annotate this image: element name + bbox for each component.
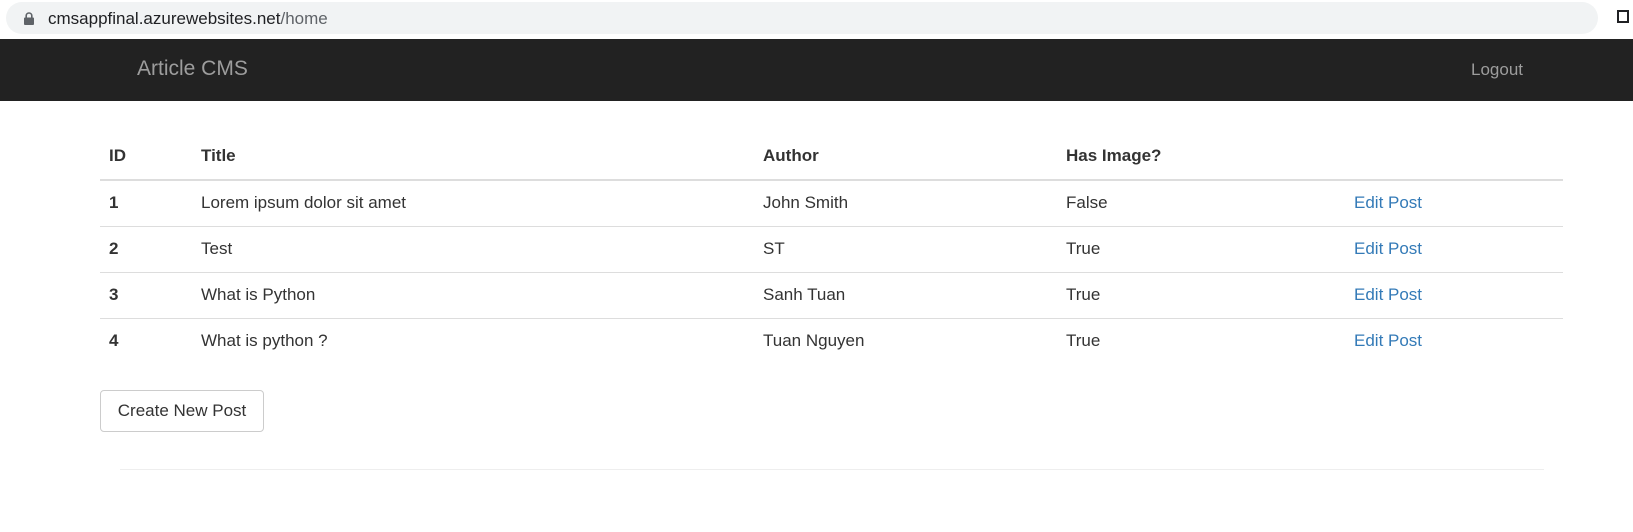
table-header-row: ID Title Author Has Image? (100, 133, 1563, 181)
table-row: 4 What is python ? Tuan Nguyen True Edit… (100, 318, 1563, 364)
cell-action: Edit Post (1345, 272, 1563, 319)
brand-link[interactable]: Article CMS (137, 57, 248, 81)
cell-author: Tuan Nguyen (763, 331, 865, 351)
table-row: 3 What is Python Sanh Tuan True Edit Pos… (100, 272, 1563, 319)
cell-action: Edit Post (1345, 226, 1563, 273)
edit-post-link[interactable]: Edit Post (1354, 331, 1422, 350)
posts-table-container: ID Title Author Has Image? 1 Lorem ipsum… (100, 133, 1563, 364)
logout-link[interactable]: Logout (1471, 60, 1523, 80)
edit-post-link[interactable]: Edit Post (1354, 193, 1422, 212)
posts-table: ID Title Author Has Image? 1 Lorem ipsum… (100, 133, 1563, 364)
extension-icon[interactable] (1617, 10, 1629, 23)
lock-icon[interactable] (23, 12, 35, 25)
url-host: cmsappfinal.azurewebsites.net (48, 9, 281, 28)
cell-has-image: True (1057, 226, 1345, 273)
edit-post-link[interactable]: Edit Post (1354, 239, 1422, 258)
cell-author: ST (754, 226, 1057, 273)
cell-id: 1 (100, 180, 192, 227)
cell-id: 3 (100, 272, 192, 319)
edit-post-link[interactable]: Edit Post (1354, 285, 1422, 304)
cell-title: Lorem ipsum dolor sit amet (192, 180, 754, 227)
cell-has-image: False (1057, 180, 1345, 227)
cell-action: Edit Post (1345, 318, 1563, 364)
table-row: 1 Lorem ipsum dolor sit amet John Smith … (100, 180, 1563, 227)
cell-id: 2 (100, 226, 192, 273)
cell-author: John Smith (754, 180, 1057, 227)
url-text: cmsappfinal.azurewebsites.net/home (48, 9, 328, 28)
header-has-image: Has Image? (1057, 133, 1345, 181)
cell-action: Edit Post (1345, 180, 1563, 227)
cell-title: What is Python (192, 272, 754, 319)
footer-divider (120, 469, 1544, 470)
header-author: Author (754, 133, 1057, 181)
url-path: /home (280, 9, 328, 28)
cell-has-image: True (1066, 331, 1101, 351)
cell-title: What is python ? (201, 331, 328, 351)
navbar: Article CMS Logout (0, 39, 1633, 101)
cell-author: Sanh Tuan (754, 272, 1057, 319)
header-actions (1345, 133, 1563, 181)
header-title: Title (192, 133, 754, 181)
cell-id: 4 (109, 331, 119, 351)
table-row: 2 Test ST True Edit Post (100, 226, 1563, 273)
browser-address-bar: cmsappfinal.azurewebsites.net/home (0, 0, 1633, 39)
cell-title: Test (192, 226, 754, 273)
create-new-post-button[interactable]: Create New Post (100, 390, 264, 432)
cell-has-image: True (1057, 272, 1345, 319)
header-id: ID (100, 133, 192, 181)
url-field[interactable]: cmsappfinal.azurewebsites.net/home (6, 2, 1598, 34)
